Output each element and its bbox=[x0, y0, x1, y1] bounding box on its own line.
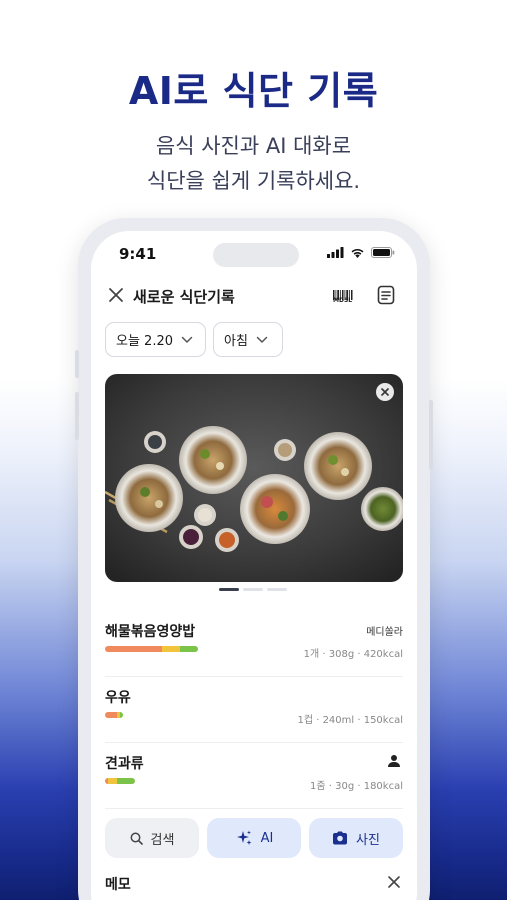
phone-side-button bbox=[75, 350, 79, 378]
food-photo-image bbox=[105, 374, 403, 582]
food-item[interactable]: 우유 1컵 · 240ml · 150kcal bbox=[105, 677, 403, 743]
food-name: 우유 bbox=[105, 690, 131, 706]
promo-headline: AI로 식단 기록 bbox=[128, 69, 379, 113]
search-button[interactable]: 검색 bbox=[105, 818, 199, 858]
person-icon[interactable] bbox=[387, 754, 401, 768]
pager-dot bbox=[243, 588, 263, 591]
wifi-icon bbox=[351, 248, 364, 258]
promo-subline-1: 음식 사진과 AI 대화로 bbox=[155, 134, 352, 158]
status-icons bbox=[327, 247, 395, 258]
ai-button[interactable]: AI bbox=[207, 818, 301, 858]
barcode-scan-icon[interactable] bbox=[331, 283, 355, 309]
food-item[interactable]: 해물볶음영양밥 메디쏠라 1개 · 308g · 420kcal bbox=[105, 611, 403, 677]
food-list: 해물볶음영양밥 메디쏠라 1개 · 308g · 420kcal 우유 1컵 ·… bbox=[105, 611, 403, 809]
page-title: 새로운 식단기록 bbox=[133, 288, 235, 306]
photo-button-label: 사진 bbox=[356, 832, 380, 848]
dynamic-island bbox=[213, 243, 299, 267]
food-name: 해물볶음영양밥 bbox=[105, 624, 196, 640]
food-info: 1개 · 308g · 420kcal bbox=[303, 649, 403, 660]
close-icon[interactable] bbox=[107, 286, 125, 304]
food-info: 1컵 · 240ml · 150kcal bbox=[297, 715, 403, 726]
nutrition-bar-segment bbox=[120, 712, 123, 718]
close-icon[interactable] bbox=[387, 875, 401, 889]
meal-selector[interactable]: 아침 bbox=[213, 322, 283, 357]
food-name: 견과류 bbox=[105, 756, 144, 772]
nutrition-bar-segment bbox=[105, 712, 117, 718]
chevron-down-icon bbox=[256, 336, 268, 343]
promo-subline-2: 식단을 쉽게 기록하세요. bbox=[146, 169, 361, 193]
search-icon bbox=[130, 832, 143, 845]
memo-icon[interactable] bbox=[377, 285, 395, 305]
filter-chips: 오늘 2.20 아침 bbox=[105, 322, 283, 357]
nutrition-bar-segment bbox=[162, 646, 180, 652]
meal-label: 아침 bbox=[224, 334, 248, 349]
chevron-down-icon bbox=[181, 336, 193, 343]
pager-dot-active bbox=[219, 588, 239, 591]
app-bar: 새로운 식단기록 MDSL bbox=[91, 283, 417, 311]
nutrition-bar-segment bbox=[105, 646, 162, 652]
food-item[interactable]: 견과류 1줌 · 30g · 180kcal bbox=[105, 743, 403, 809]
sparkle-icon bbox=[236, 830, 252, 845]
photo-pager bbox=[219, 588, 287, 591]
food-info: 1줌 · 30g · 180kcal bbox=[310, 781, 403, 792]
signal-icon bbox=[327, 247, 344, 258]
phone-screen: 9:41 새로운 식단기록 MDSL 오늘 2.20 아침 해물볶음영양밥 메디… bbox=[91, 231, 417, 900]
nutrition-bar-segment bbox=[180, 646, 198, 652]
date-label: 오늘 2.20 bbox=[116, 334, 173, 349]
status-bar: 9:41 bbox=[91, 231, 417, 277]
nutrition-bar-segment bbox=[108, 778, 117, 784]
memo-label: 메모 bbox=[105, 877, 131, 893]
status-time: 9:41 bbox=[119, 245, 157, 263]
nutrition-bar bbox=[105, 646, 198, 652]
phone-side-button bbox=[75, 392, 79, 440]
camera-icon bbox=[333, 831, 348, 845]
nutrition-bar bbox=[105, 712, 123, 718]
remove-photo-button[interactable] bbox=[376, 383, 394, 401]
nutrition-bar bbox=[105, 778, 135, 784]
food-brand: 메디쏠라 bbox=[366, 627, 403, 638]
search-button-label: 검색 bbox=[150, 832, 175, 848]
date-selector[interactable]: 오늘 2.20 bbox=[105, 322, 206, 357]
barcode-label: MDSL bbox=[333, 297, 353, 304]
photo-button[interactable]: 사진 bbox=[309, 818, 403, 858]
battery-icon bbox=[371, 247, 395, 258]
close-icon bbox=[381, 388, 389, 396]
phone-side-button bbox=[429, 400, 433, 470]
nutrition-bar-segment bbox=[117, 778, 135, 784]
ai-button-label: AI bbox=[260, 830, 274, 846]
add-food-actions: 검색 AI 사진 bbox=[105, 818, 403, 858]
pager-dot bbox=[267, 588, 287, 591]
meal-photo[interactable] bbox=[105, 374, 403, 582]
memo-section: 메모 bbox=[105, 871, 403, 895]
